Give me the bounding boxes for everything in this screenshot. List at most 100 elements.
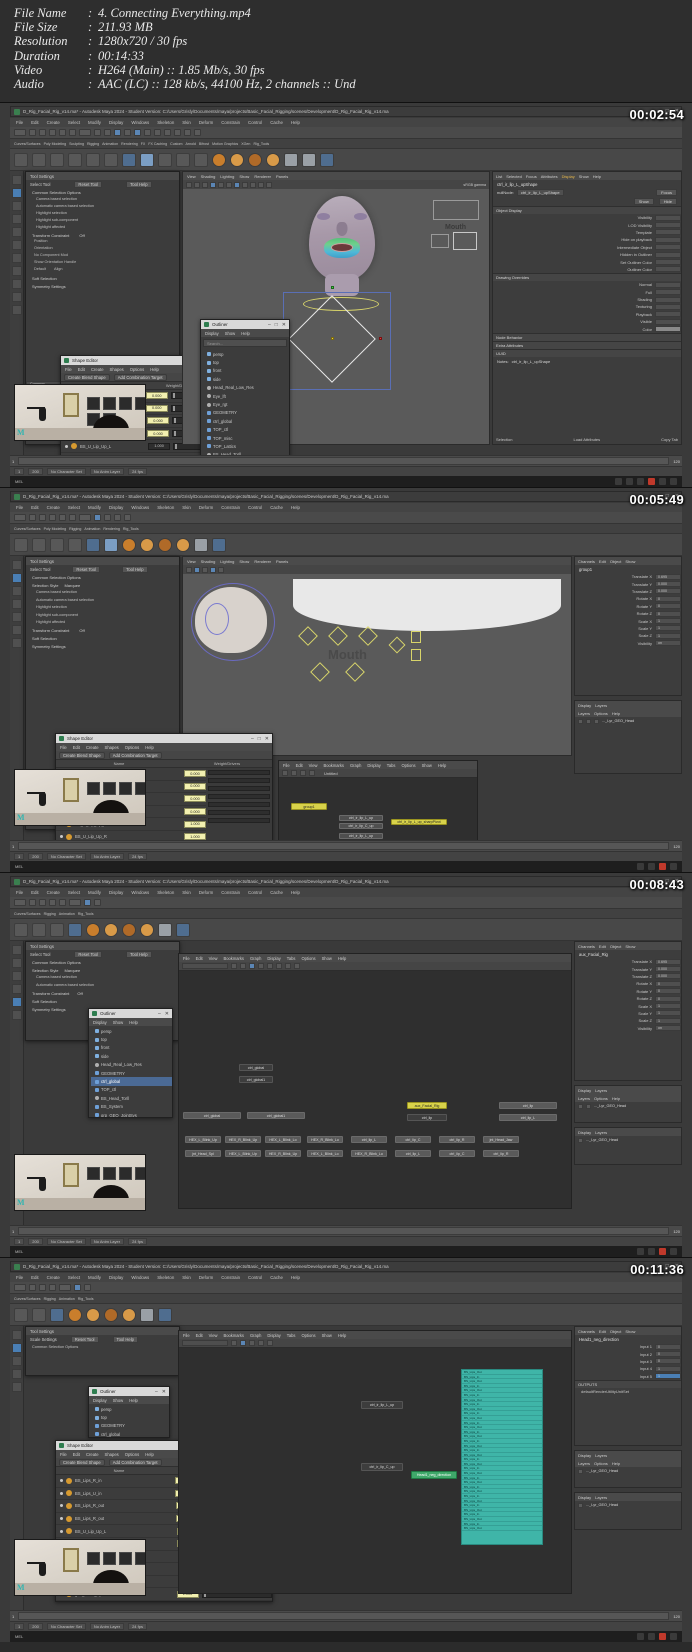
- menu-constrain[interactable]: Constrain: [221, 1275, 240, 1280]
- shelf-tab-curves[interactable]: Curves/Surfaces: [14, 1297, 41, 1301]
- list-item[interactable]: Eye_lft: [203, 392, 289, 400]
- attr-template[interactable]: Template: [493, 229, 681, 236]
- node-editor-panel-4[interactable]: File Edit View Bookmarks Graph Display T…: [178, 1330, 572, 1594]
- node-extra-5[interactable]: ctrl_lip_L: [395, 1150, 431, 1157]
- shelf-icon-cylinder[interactable]: [122, 922, 136, 937]
- soft-selection-section[interactable]: Soft Selection: [26, 997, 179, 1005]
- shelf-icon-cube[interactable]: [140, 537, 154, 552]
- shelf-icon-cube[interactable]: [230, 152, 244, 167]
- attr-checkbox[interactable]: [655, 244, 681, 251]
- list-item[interactable]: persp: [203, 350, 289, 358]
- shelf-icon-shader[interactable]: [158, 1307, 172, 1322]
- scale-tool-icon[interactable]: [11, 997, 22, 1007]
- list-item[interactable]: ctrl_global: [203, 417, 289, 425]
- timeline-end[interactable]: 120: [671, 1614, 682, 1619]
- minimize-icon[interactable]: –: [268, 322, 271, 328]
- shelf-icon-lattice[interactable]: [122, 152, 136, 167]
- tray-icons[interactable]: [637, 1248, 682, 1255]
- presets-row[interactable]: Show Hide: [493, 197, 681, 206]
- list-item[interactable]: grp_GEO_JointSys: [91, 1111, 172, 1117]
- range-end-field[interactable]: 200: [28, 1238, 43, 1245]
- layer-name[interactable]: ..._Lyr_GEO_Head: [594, 1104, 626, 1108]
- ne-menu-show[interactable]: Show: [322, 1333, 332, 1338]
- ne-menu-help[interactable]: Help: [338, 1333, 346, 1338]
- ne-menu-view[interactable]: View: [309, 763, 318, 768]
- select-tool-icon[interactable]: [11, 945, 22, 955]
- ne-icon-pin[interactable]: [258, 1340, 264, 1346]
- menu-modify[interactable]: Modify: [88, 890, 101, 895]
- shelf-icon-camera[interactable]: [302, 152, 316, 167]
- tool-help-button[interactable]: Tool Help: [112, 1335, 138, 1343]
- snap-point-icon[interactable]: [94, 514, 101, 521]
- menu-select[interactable]: Select: [68, 890, 80, 895]
- transform-constraint-value[interactable]: Off: [79, 628, 84, 633]
- layer-visibility-icon[interactable]: [578, 1137, 583, 1143]
- shelf-icon-shader[interactable]: [212, 537, 226, 552]
- channel-row[interactable]: Translate X 0.695: [575, 958, 681, 965]
- snap-point-icon[interactable]: [74, 1284, 81, 1291]
- menu-cache[interactable]: Cache: [270, 890, 283, 895]
- ne-menu-show[interactable]: Show: [422, 763, 432, 768]
- soft-selection-section[interactable]: Soft Selection: [26, 274, 179, 282]
- status-bar-3[interactable]: 1 200 No Character Set No Anim Layer 24 …: [10, 1236, 682, 1246]
- weight-value[interactable]: 1.000: [148, 442, 171, 450]
- render-view-icon[interactable]: [134, 129, 141, 136]
- shelf-icon-bind-skin[interactable]: [50, 152, 64, 167]
- attr-checkbox[interactable]: [655, 318, 681, 325]
- shelf-icon-shader[interactable]: [176, 922, 190, 937]
- viewport-menubar[interactable]: View Shading Lighting Show Renderer Pane…: [183, 557, 571, 565]
- list-item[interactable]: front: [91, 1044, 172, 1052]
- menu-windows[interactable]: Windows: [131, 890, 149, 895]
- redo-icon[interactable]: [69, 514, 76, 521]
- menu-select[interactable]: Select: [68, 1275, 80, 1280]
- layers-menu-help[interactable]: Help: [612, 1461, 620, 1466]
- shelf-tab-rigging[interactable]: Rigging: [69, 527, 81, 531]
- shelf-icon-cube[interactable]: [86, 1307, 100, 1322]
- shelf-icon-paint-weights[interactable]: [68, 152, 82, 167]
- reset-tool-button[interactable]: Reset Tool: [70, 1335, 99, 1343]
- option-highlight-affected[interactable]: Highlight affected: [36, 619, 179, 627]
- node-extra-6[interactable]: ctrl_lip_C: [439, 1150, 475, 1157]
- control-diamond-shape[interactable]: [328, 626, 348, 646]
- outliner-list[interactable]: persp top front side Head_Real_Low_Res G…: [89, 1026, 172, 1117]
- menu-skin[interactable]: Skin: [182, 505, 191, 510]
- rotate-tool-icon[interactable]: [11, 214, 22, 224]
- snap-view-icon[interactable]: [104, 514, 111, 521]
- node-jnt-head-spl[interactable]: jnt_Head_Spl: [185, 1150, 221, 1157]
- transform-constraint-value[interactable]: Off: [79, 233, 84, 238]
- cb-tab-channels[interactable]: Channels: [578, 944, 595, 949]
- menu-cache[interactable]: Cache: [270, 505, 283, 510]
- ol-menu-show[interactable]: Show: [225, 331, 235, 336]
- shelf-tab-curves[interactable]: Curves/Surfaces: [14, 527, 41, 531]
- channel-value[interactable]: 1: [655, 618, 681, 625]
- select-tool-icon[interactable]: [11, 175, 22, 185]
- cb-tab-edit[interactable]: Edit: [599, 559, 606, 564]
- ne-menu-graph[interactable]: Graph: [250, 1333, 261, 1338]
- shelf-icon-cluster[interactable]: [104, 537, 118, 552]
- cb-tab-show[interactable]: Show: [625, 559, 635, 564]
- attr-shading[interactable]: Shading: [493, 296, 681, 303]
- outliner-list[interactable]: persp top GEOMETRY ctrl_global: [89, 1404, 169, 1437]
- anim-layer-field[interactable]: No Anim Layer: [89, 1238, 125, 1245]
- tray-network-icon[interactable]: [659, 478, 666, 485]
- menu-display[interactable]: Display: [109, 120, 123, 125]
- layer-row[interactable]: ..._Lyr_GEO_Head: [575, 1136, 681, 1144]
- section-selection-style[interactable]: Selection Style Marquee: [26, 966, 179, 974]
- menu-help[interactable]: Help: [291, 1275, 300, 1280]
- menu-skin[interactable]: Skin: [182, 890, 191, 895]
- node-ctrl-lip-C-up[interactable]: ctrl_ir_lip_C_up: [339, 823, 383, 829]
- menu-edit[interactable]: Edit: [31, 505, 39, 510]
- se-menu-options[interactable]: Options: [125, 1452, 139, 1457]
- ne-menu-file[interactable]: File: [183, 1333, 190, 1338]
- shape-editor-toolbar[interactable]: Create Blend Shape Add Combination Targe…: [56, 751, 272, 760]
- layer-row[interactable]: ..._Lyr_GEO_Head: [575, 1102, 681, 1110]
- tray-mic-icon[interactable]: [626, 478, 633, 485]
- close-icon[interactable]: ✕: [265, 736, 269, 742]
- maya-menubar[interactable]: File Edit Create Select Modify Display W…: [10, 888, 682, 897]
- menu-cache[interactable]: Cache: [270, 120, 283, 125]
- list-item[interactable]: persp: [91, 1027, 172, 1035]
- ae-tab-show[interactable]: Show: [579, 174, 589, 179]
- attr-texturing[interactable]: Texturing: [493, 303, 681, 310]
- add-combination-target-button[interactable]: Add Combination Target: [113, 373, 167, 381]
- open-scene-icon[interactable]: [39, 899, 46, 906]
